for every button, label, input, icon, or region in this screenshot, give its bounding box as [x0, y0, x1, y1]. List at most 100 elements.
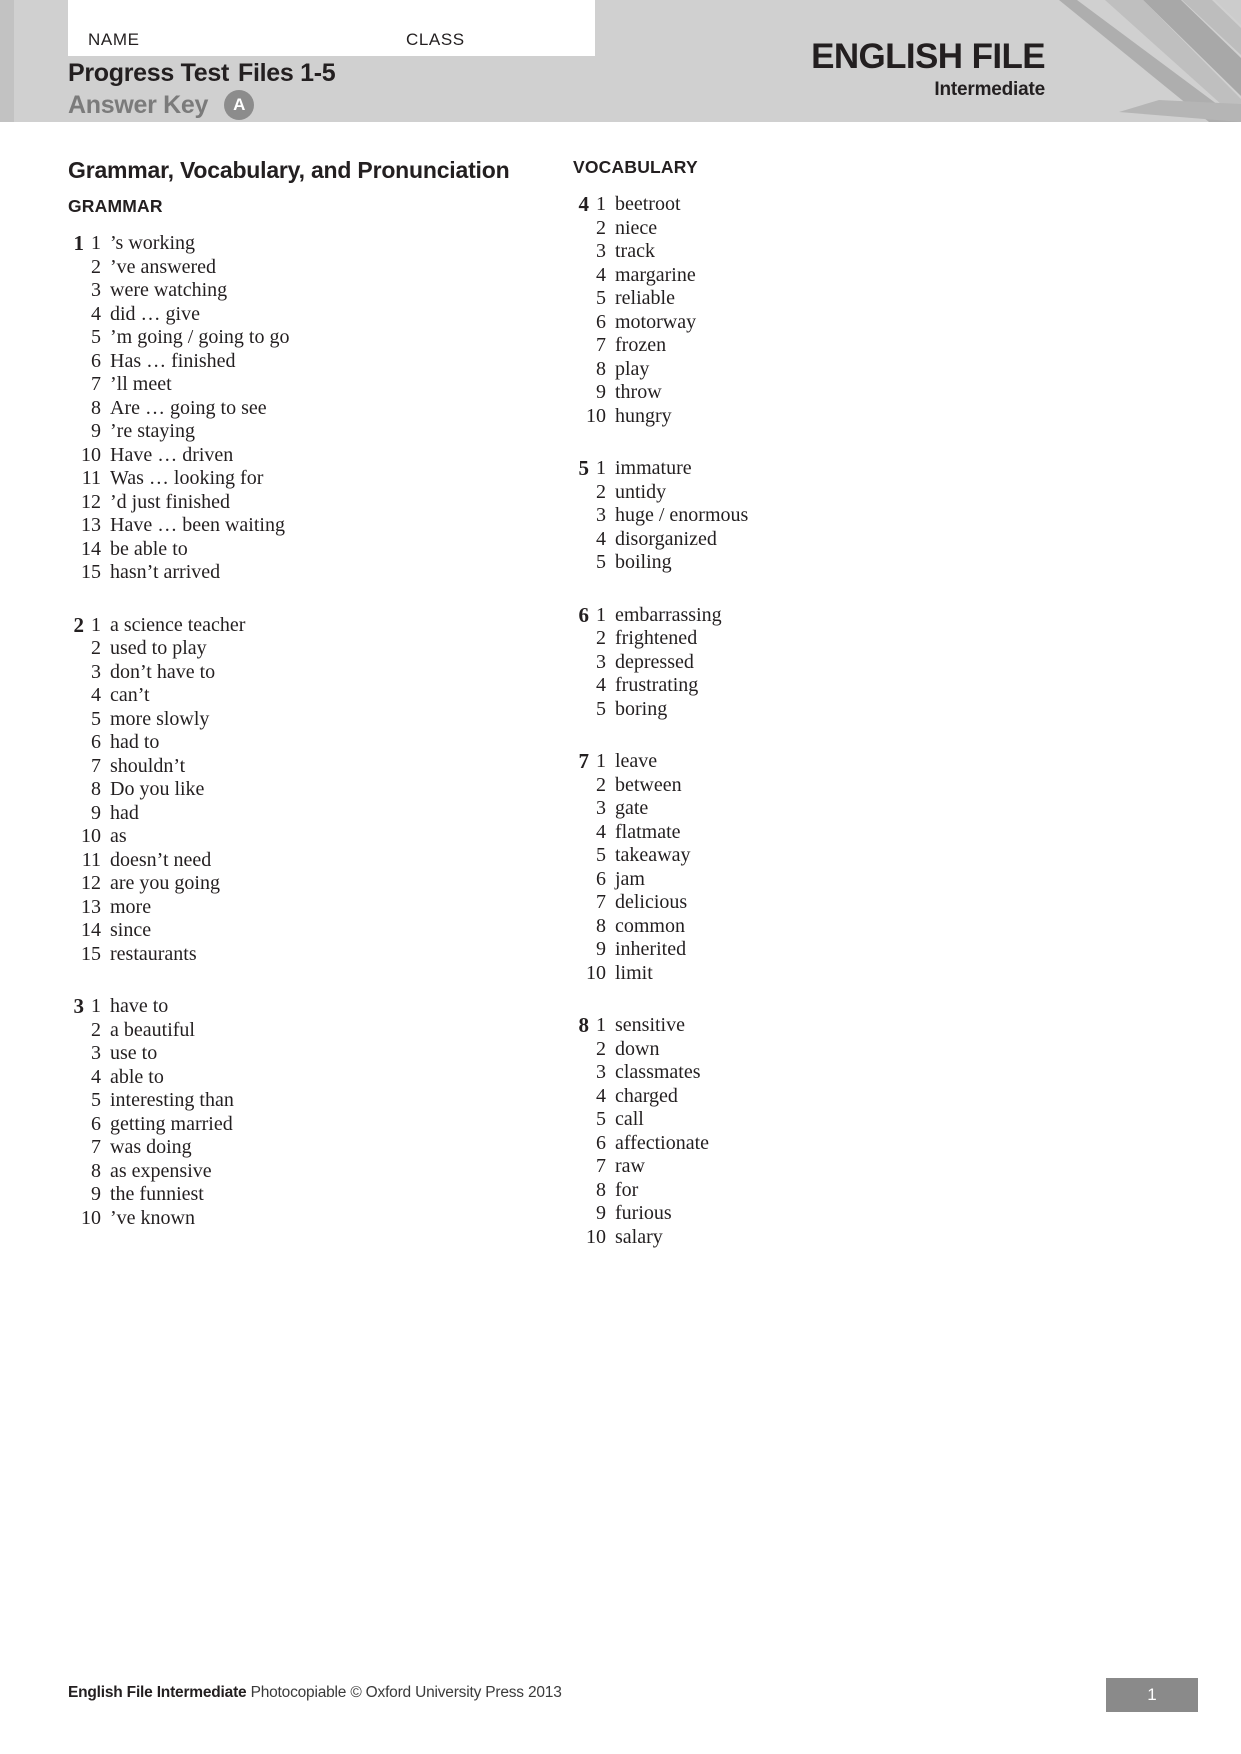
answer-item: 3 were watching [68, 279, 538, 303]
answer-item-number: 2 [596, 216, 606, 239]
answer-item-number: 8 [596, 1178, 606, 1201]
answer-item-text: charged [615, 1084, 678, 1107]
answer-item-text: a beautiful [110, 1018, 195, 1041]
answer-item-number: 3 [596, 240, 606, 262]
answer-item: 9 throw [573, 381, 1043, 405]
answer-item-text: ’ve known [110, 1206, 195, 1229]
answer-item: 5 boring [573, 698, 1043, 722]
answer-item-text: doesn’t need [110, 848, 212, 871]
answer-item: 1 beetroot [573, 193, 1043, 217]
answer-item-text: inherited [615, 938, 687, 960]
answer-item-text: Have … been waiting [110, 514, 285, 536]
answer-item-number: 9 [596, 381, 606, 403]
answer-item-text: play [615, 357, 650, 380]
answer-item-text: depressed [615, 650, 694, 673]
answer-item-number: 6 [596, 1131, 606, 1154]
answer-item-text: gate [615, 797, 649, 819]
answer-item-number: 7 [596, 891, 606, 913]
answer-item-text: track [615, 240, 655, 262]
answer-item-number: 2 [91, 255, 101, 278]
answer-item: 9 the funniest [68, 1183, 538, 1207]
exercise-block: 6 1 embarrassing 2 frightened 3 depressed 4 frus… [573, 602, 1043, 722]
answer-item-text: ’ve answered [110, 255, 217, 278]
answer-item-number: 4 [596, 820, 606, 843]
test-title: Progress Test [68, 59, 229, 87]
answer-item-number: 4 [91, 302, 101, 325]
answer-item-number: 9 [596, 938, 606, 960]
answer-item: 10 Have … driven [68, 444, 538, 468]
answer-item: 10 as [68, 825, 538, 849]
answer-item-text: between [615, 773, 682, 796]
answer-item-text: since [110, 919, 152, 941]
answer-item: 1 leave [573, 750, 1043, 774]
answer-item-number: 9 [91, 1183, 101, 1205]
answer-item-number: 11 [81, 467, 101, 489]
answer-item: 9 furious [573, 1202, 1043, 1226]
class-label: CLASS [406, 30, 465, 49]
answer-item: 8 for [573, 1179, 1043, 1203]
answer-item: 4 disorganized [573, 528, 1043, 552]
answer-item-text: salary [615, 1225, 663, 1248]
answer-item: 4 charged [573, 1085, 1043, 1109]
answer-item: 14 since [68, 919, 538, 943]
exercise-block: 7 1 leave 2 between 3 gate 4 flatmate 5 takeaway 6 j… [573, 749, 1043, 985]
exercise-number: 6 [578, 602, 590, 627]
answer-item: 7 frozen [573, 334, 1043, 358]
answer-item-text: more [110, 895, 152, 918]
exercise-number: 5 [578, 456, 590, 480]
footer-credit: English File Intermediate Photocopiable … [68, 1684, 562, 1702]
answer-item: 9 ’re staying [68, 420, 538, 444]
answer-item-text: getting married [110, 1112, 233, 1135]
answer-item-text: did … give [110, 302, 200, 325]
answer-item-text: the funniest [110, 1183, 204, 1205]
answer-item-number: 5 [596, 844, 606, 866]
answer-item-number: 4 [596, 527, 606, 550]
answer-item: 7 raw [573, 1155, 1043, 1179]
answer-item-number: 6 [91, 1112, 101, 1135]
answer-item: 10 ’ve known [68, 1207, 538, 1231]
answer-item: 1 immature [573, 457, 1043, 481]
exercise-block: 5 1 immature 2 untidy 3 huge / enormous 4 disorg… [573, 456, 1043, 575]
answer-item-text: shouldn’t [110, 754, 186, 777]
answer-item-text: have to [110, 995, 169, 1017]
answer-item-text: were watching [110, 279, 228, 301]
answer-item: 8 as expensive [68, 1160, 538, 1184]
answer-item-number: 4 [596, 263, 606, 286]
answer-item: 4 frustrating [573, 674, 1043, 698]
answer-item: 1 have to [68, 995, 538, 1019]
answer-item-number: 2 [596, 773, 606, 796]
answer-item-number: 6 [596, 867, 606, 890]
answer-item-text: had [110, 801, 139, 824]
answer-item: 9 had [68, 802, 538, 826]
answer-item-number: 8 [596, 914, 606, 937]
answer-item: 11 doesn’t need [68, 849, 538, 873]
answer-item-number: 7 [91, 373, 101, 395]
answer-item: 7 was doing [68, 1136, 538, 1160]
answer-item-text: down [615, 1037, 660, 1060]
answer-item: 5 boiling [573, 551, 1043, 575]
answer-item-text: takeaway [615, 844, 691, 866]
answer-item-number: 13 [81, 514, 101, 536]
answer-key-line: Answer Key A [68, 89, 335, 121]
answer-item: 7 ’ll meet [68, 373, 538, 397]
answer-item-number: 10 [81, 1206, 101, 1229]
answer-item-number: 9 [596, 1202, 606, 1224]
answer-item: 10 salary [573, 1226, 1043, 1250]
answer-item-number: 7 [596, 1155, 606, 1177]
answer-item-text: throw [615, 381, 662, 403]
answer-item-text: had to [110, 731, 160, 753]
answer-item-text: reliable [615, 287, 675, 309]
answer-item-text: frightened [615, 627, 698, 649]
answer-item-number: 13 [81, 895, 101, 918]
answer-item-number: 10 [586, 961, 606, 984]
answer-item-text: leave [615, 750, 658, 772]
answer-item: 2 niece [573, 217, 1043, 241]
answer-item-text: are you going [110, 872, 220, 894]
answer-item-number: 3 [596, 650, 606, 673]
column-grammar: GRAMMAR 1 1 ’s working 2 ’ve answered 3 were w… [68, 157, 538, 1230]
answer-item: 6 Has … finished [68, 350, 538, 374]
answer-item-text: use to [110, 1042, 158, 1064]
answer-item-text: Are … going to see [110, 396, 267, 419]
answer-item: 3 huge / enormous [573, 504, 1043, 528]
name-class-row: NAME CLASS [88, 30, 588, 54]
